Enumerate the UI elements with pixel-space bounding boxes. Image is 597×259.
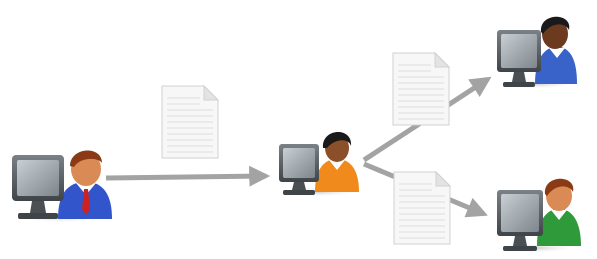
person-at-computer-icon: [497, 16, 577, 89]
person-at-computer-icon: [497, 178, 581, 253]
person-at-computer-icon: [279, 131, 359, 197]
document-flow-diagram: [12, 16, 581, 253]
document-icon: [161, 84, 220, 159]
document-icon: [392, 51, 451, 126]
arrow-sender-to-relay: [105, 165, 271, 187]
document-icon: [393, 170, 452, 245]
person-at-computer-icon: [12, 150, 112, 223]
